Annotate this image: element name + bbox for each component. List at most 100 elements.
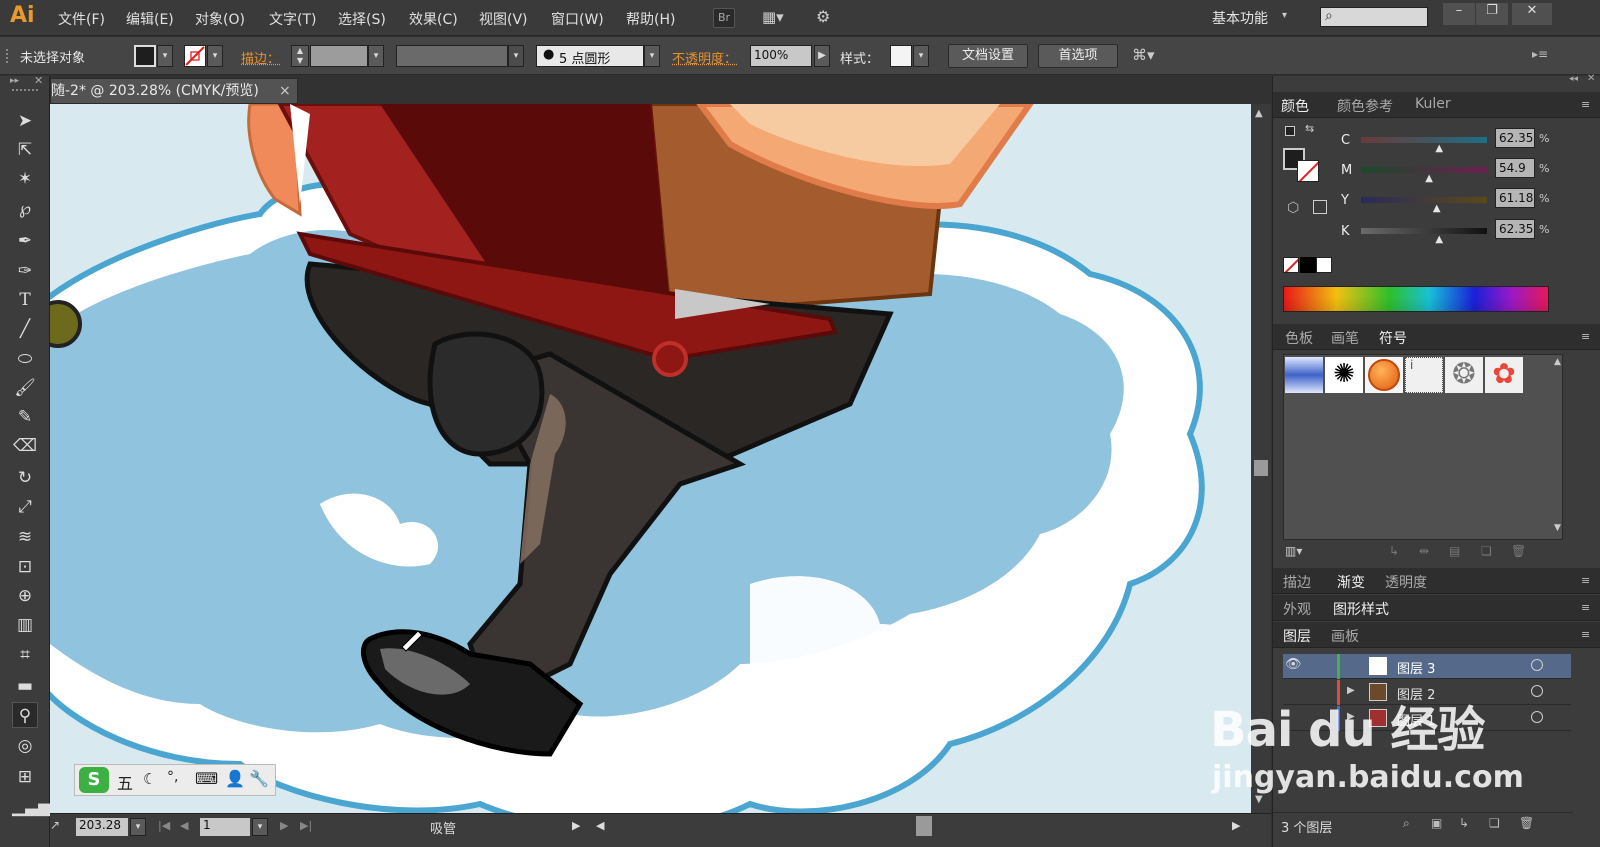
channel-y-slider[interactable] (1361, 197, 1487, 203)
tab-swatches[interactable]: 色板 (1285, 328, 1313, 348)
target-circle-icon[interactable] (1531, 711, 1543, 723)
symbol-ring[interactable]: ❂ (1445, 357, 1483, 393)
menu-edit[interactable]: 编辑(E) (126, 9, 174, 29)
zoom-input[interactable]: 203.28 (76, 818, 128, 836)
opacity-arrow[interactable]: ▶ (814, 45, 830, 67)
ime-toolbar[interactable]: S 五 ☾ °, ⌨ 👤 🔧 (74, 764, 276, 796)
menu-object[interactable]: 对象(O) (195, 9, 245, 29)
restore-button[interactable]: ❐ (1476, 3, 1508, 25)
channel-c-value[interactable]: 62.35 (1495, 128, 1535, 148)
gpu-performance-icon[interactable]: ⚙ (816, 7, 842, 29)
tab-transparency[interactable]: 透明度 (1385, 572, 1427, 592)
warp-tool-icon[interactable]: ≋ (12, 524, 38, 550)
arrange-documents-icon[interactable]: ▦▾ (762, 8, 796, 28)
symbol-flower[interactable]: ✿ (1485, 357, 1523, 393)
menu-file[interactable]: 文件(F) (58, 9, 105, 29)
panel-menu-icon[interactable]: ≡ (1581, 601, 1590, 614)
scale-tool-icon[interactable]: ⤢ (12, 494, 38, 520)
stroke-dropdown[interactable]: ▾ (207, 45, 223, 67)
break-link-icon[interactable]: ⇹ (1419, 544, 1429, 558)
layer-name[interactable]: 图层 3 (1397, 658, 1435, 677)
stroke-weight-stepper[interactable]: ▲ ▼ (291, 45, 309, 67)
stroke-weight-dropdown[interactable]: ▾ (368, 45, 384, 67)
tab-kuler[interactable]: Kuler (1415, 96, 1451, 112)
none-color-icon[interactable] (1283, 257, 1299, 273)
delete-symbol-icon[interactable]: 🗑 (1511, 544, 1526, 558)
web-safe-icon[interactable] (1313, 200, 1327, 214)
locate-object-icon[interactable]: ⌕ (1403, 816, 1410, 831)
menu-window[interactable]: 窗口(W) (551, 9, 604, 29)
channel-c-slider[interactable] (1361, 137, 1487, 143)
delete-layer-icon[interactable]: 🗑 (1519, 816, 1534, 830)
bridge-button[interactable]: Br (713, 8, 735, 28)
artboard-canvas[interactable]: S 五 ☾ °, ⌨ 👤 🔧 (50, 104, 1251, 813)
tab-brushes[interactable]: 画笔 (1331, 328, 1359, 348)
selection-tool-icon[interactable]: ➤ (12, 108, 38, 134)
next-artboard-icon[interactable]: ▶ (280, 819, 288, 832)
scroll-down-icon[interactable]: ▼ (1554, 523, 1561, 533)
artboard-input[interactable]: 1 (200, 818, 250, 836)
collapse-dock-icon[interactable]: ◂◂ (1569, 74, 1578, 84)
horizontal-scroll-thumb[interactable] (916, 816, 932, 836)
layer-row[interactable]: 👁 图层 3 (1283, 654, 1571, 679)
out-of-gamut-icon[interactable]: ⬡ (1287, 200, 1299, 216)
visibility-eye-icon[interactable]: 👁 (1285, 657, 1302, 672)
tab-layers[interactable]: 图层 (1283, 626, 1311, 646)
type-tool-icon[interactable]: T (12, 287, 38, 313)
menu-select[interactable]: 选择(S) (338, 9, 386, 29)
zoom-dropdown[interactable]: ▾ (130, 818, 146, 836)
black-color-icon[interactable] (1300, 257, 1316, 273)
transform-icon[interactable]: ⌘▾ (1132, 46, 1155, 64)
sogou-icon[interactable]: S (79, 767, 109, 793)
menu-view[interactable]: 视图(V) (479, 9, 528, 29)
wrench-icon[interactable]: 🔧 (249, 769, 269, 788)
close-window-button[interactable]: ✕ (1512, 3, 1552, 25)
eraser-icon[interactable]: ⌫ (12, 433, 38, 459)
tab-stroke[interactable]: 描边 (1283, 572, 1311, 592)
stroke-weight-input[interactable] (310, 45, 368, 67)
clipping-mask-icon[interactable]: ▣ (1431, 816, 1442, 830)
gradient-tool-icon[interactable]: ▬ (12, 673, 38, 699)
graphic-style-swatch[interactable] (890, 45, 912, 67)
channel-k-slider[interactable] (1361, 228, 1487, 234)
brush-dropdown[interactable]: ▾ (644, 45, 660, 67)
tab-color[interactable]: 颜色 (1281, 96, 1309, 116)
white-color-icon[interactable] (1316, 257, 1332, 273)
tab-color-guide[interactable]: 颜色参考 (1337, 96, 1393, 116)
column-graph-icon[interactable]: ▁▃▅ (12, 794, 51, 820)
new-symbol-icon[interactable]: ❏ (1481, 544, 1492, 558)
panel-menu-icon[interactable]: ▸≡ (1532, 47, 1548, 61)
first-artboard-icon[interactable]: |◀ (158, 819, 170, 832)
paintbrush-icon[interactable]: 🖌 (12, 375, 38, 401)
status-menu-icon[interactable]: ▶ (572, 819, 580, 832)
stroke-label[interactable]: 描边： (241, 48, 280, 67)
free-transform-icon[interactable]: ⊡ (12, 554, 38, 580)
scroll-right-icon[interactable]: ▶ (1232, 819, 1240, 832)
ime-mode[interactable]: 五 (117, 770, 133, 794)
workspace-switcher[interactable]: 基本功能 (1212, 8, 1268, 28)
scroll-left-icon[interactable]: ◀ (596, 819, 604, 832)
style-dropdown[interactable]: ▾ (913, 45, 929, 67)
opacity-label[interactable]: 不透明度： (672, 48, 737, 67)
moon-icon[interactable]: ☾ (143, 770, 156, 788)
target-circle-icon[interactable] (1531, 659, 1543, 671)
channel-k-knob[interactable]: ▲ (1435, 234, 1443, 245)
minimize-button[interactable]: – (1443, 3, 1475, 25)
fill-dropdown[interactable]: ▾ (157, 45, 173, 67)
tab-graphic-styles[interactable]: 图形样式 (1333, 599, 1389, 619)
lasso-icon[interactable]: ℘ (12, 196, 38, 222)
symbol-ink-splat[interactable]: ✺ (1325, 357, 1363, 393)
eyedropper-tool-icon[interactable]: ⚲ (12, 702, 38, 728)
keyboard-icon[interactable]: ⌨ (195, 769, 218, 788)
default-colors-icon[interactable] (1285, 126, 1295, 136)
symbol-sprayer-icon[interactable]: ⊞ (12, 764, 38, 790)
magic-wand-icon[interactable]: ✶ (12, 166, 38, 192)
channel-y-value[interactable]: 61.18 (1495, 188, 1535, 208)
channel-m-slider[interactable] (1361, 167, 1487, 173)
document-setup-button[interactable]: 文档设置 (948, 44, 1028, 68)
channel-m-value[interactable]: 54.9 (1495, 158, 1535, 178)
help-search-input[interactable]: ⌕ (1320, 7, 1428, 27)
channel-y-knob[interactable]: ▲ (1433, 203, 1441, 214)
close-tab-icon[interactable]: × (279, 79, 291, 103)
curvature-tool-icon[interactable]: ✑ (12, 258, 38, 284)
